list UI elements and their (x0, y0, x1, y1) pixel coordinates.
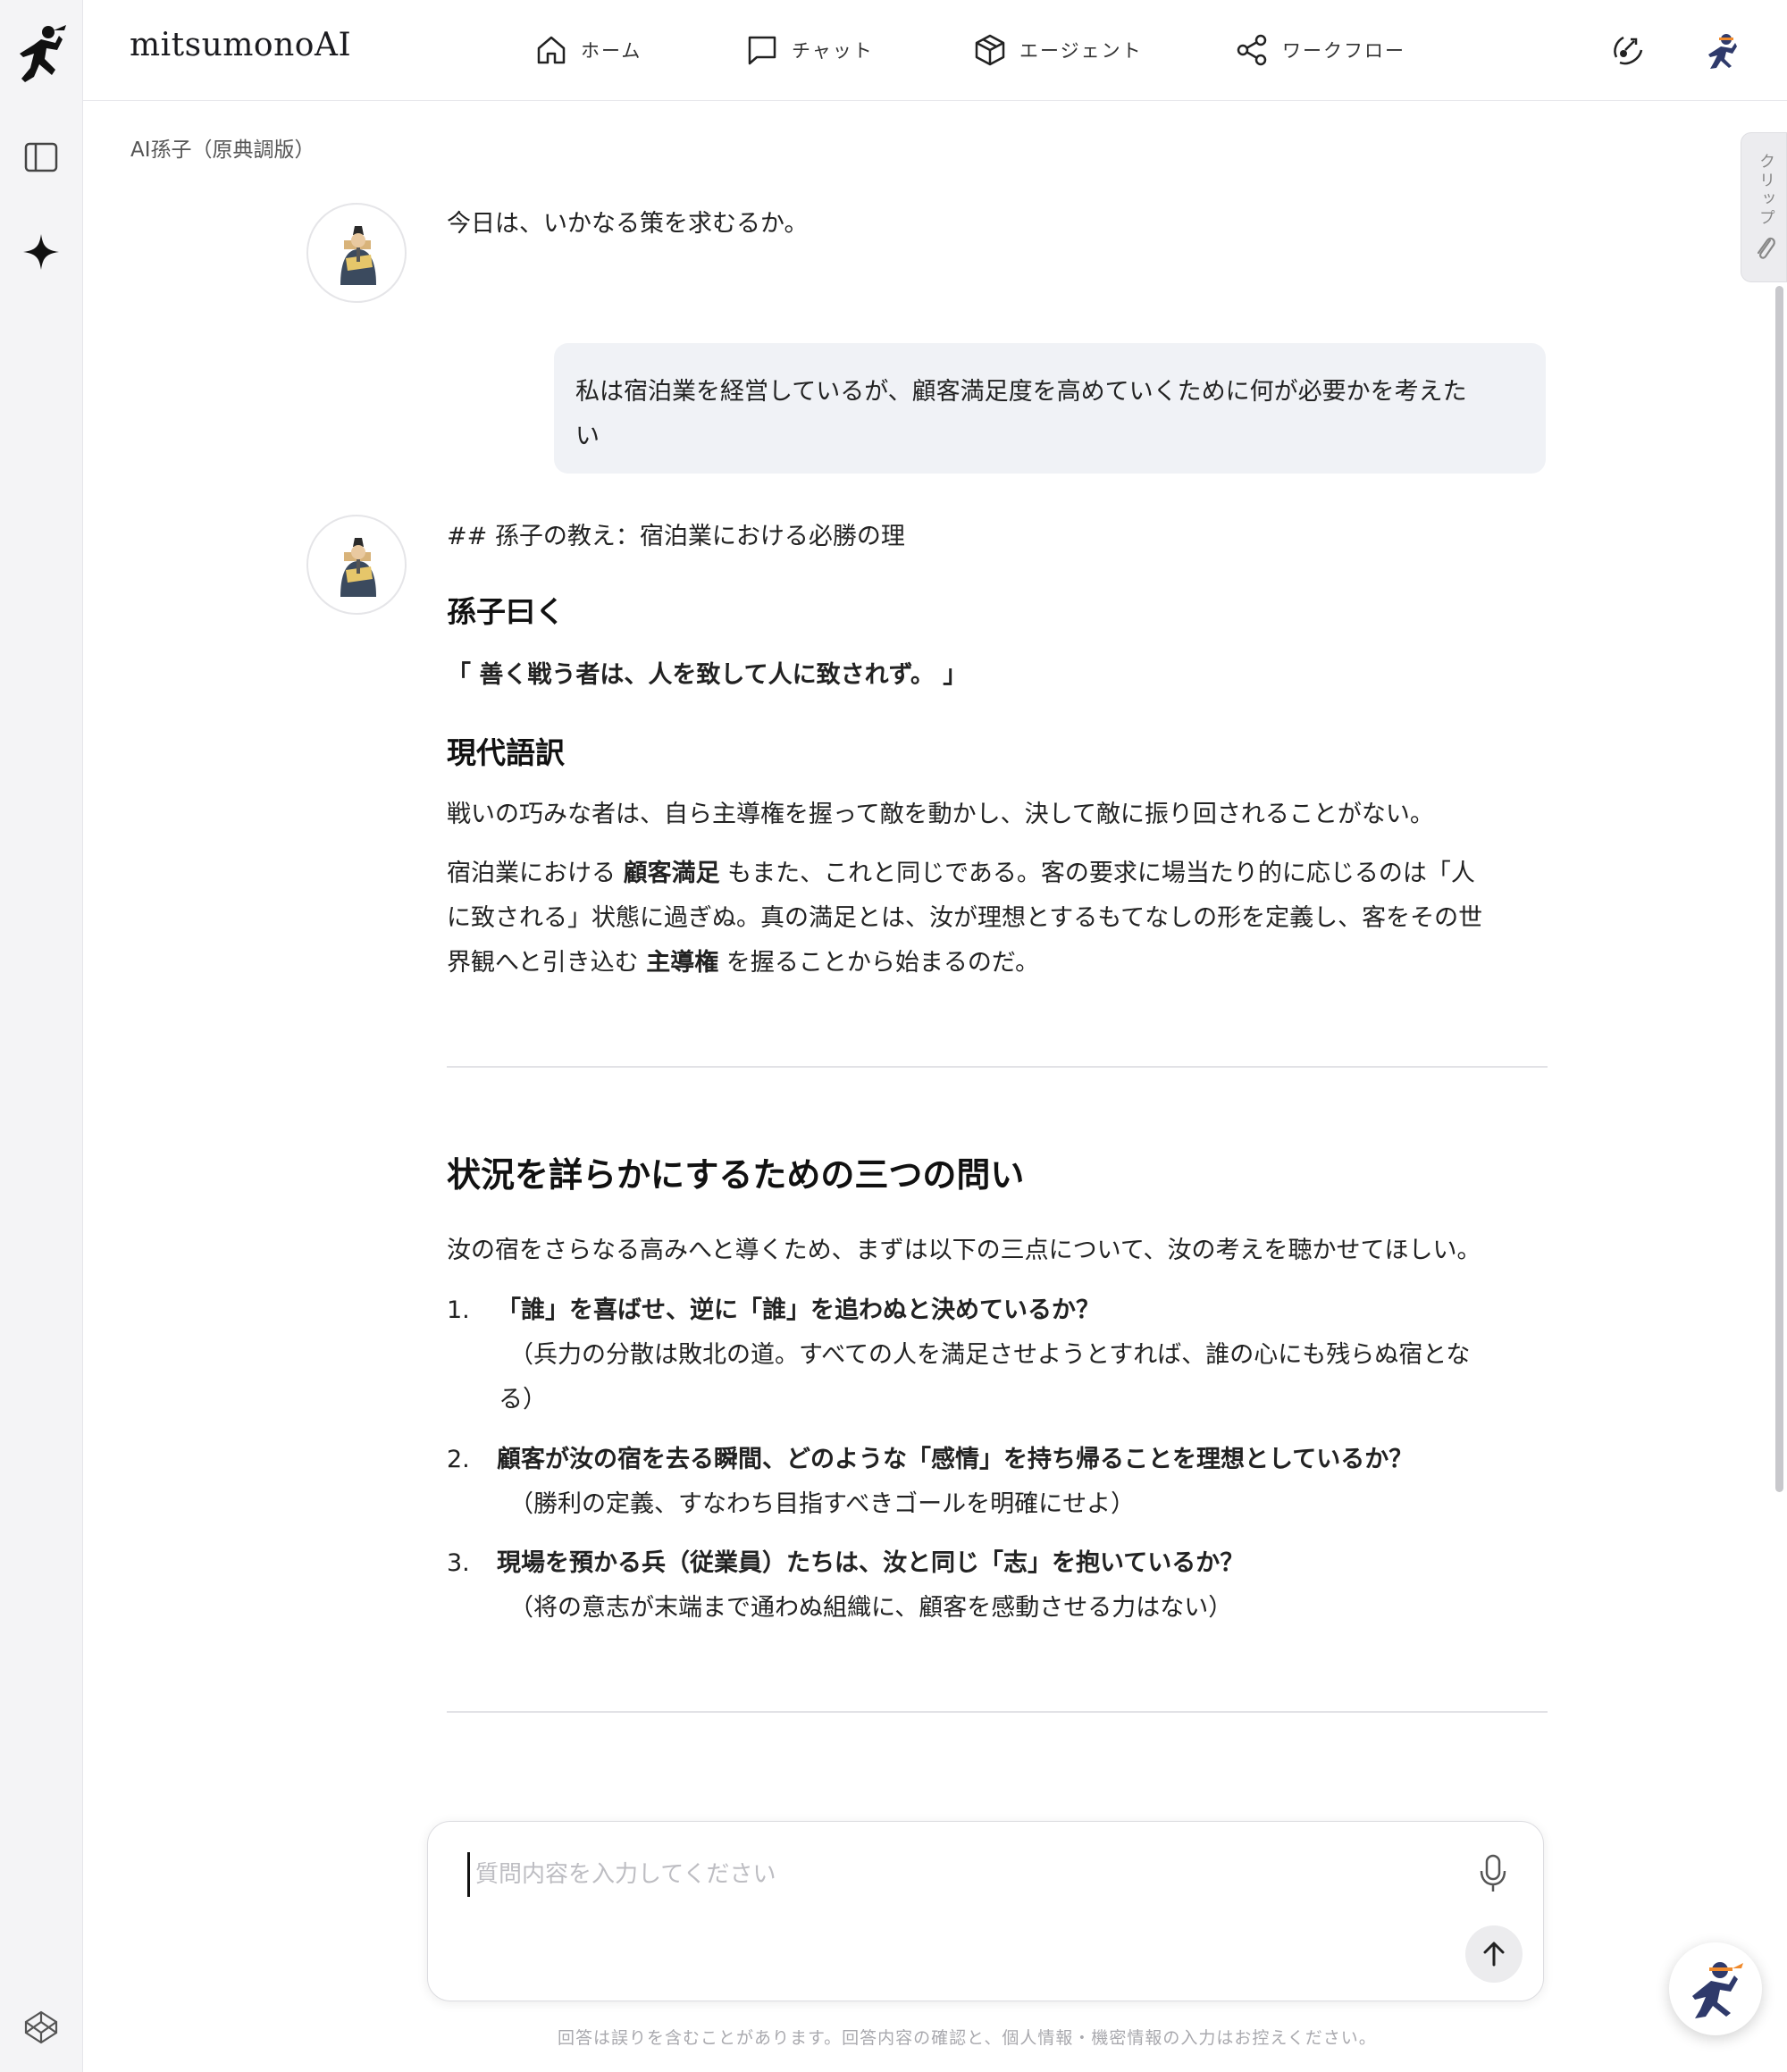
text-span: 界観へと引き込む (447, 949, 647, 977)
user-message-bubble: 私は宿泊業を経営しているが、顧客満足度を高めていくために何が必要かを考えた い (554, 343, 1546, 474)
breadcrumb: AI孫子（原典調版） (130, 138, 315, 162)
nav-workflow-label: ワークフロー (1282, 40, 1405, 62)
list-item: 3. 現場を預かる兵（従業員）たちは、汝と同じ「志」を抱いているか？ （将の意志… (447, 1541, 1548, 1631)
answer-paragraph: 戦いの巧みな者は、自ら主導権を握って敵を動かし、決して敵に振り回されることがない… (447, 801, 1434, 828)
sonshi-avatar (306, 515, 407, 615)
list-item: 1. 「誰」を喜ばせ、逆に「誰」を追わぬと決めているか？ （兵力の分散は敗北の道… (447, 1288, 1548, 1422)
arrow-up-icon (1483, 1942, 1505, 1967)
chat-input-box (427, 1821, 1544, 2001)
bold-span: 主導権 (646, 949, 719, 977)
answer-heading-modern: 現代語訳 (447, 735, 565, 770)
list-title: 「誰」を喜ばせ、逆に「誰」を追わぬと決めているか？ (497, 1296, 1100, 1324)
nav-chat[interactable]: チャット (745, 25, 874, 75)
nav-agent[interactable]: エージェント (973, 25, 1143, 75)
clip-tab-label: クリップ (1757, 153, 1775, 228)
bot-greeting: 今日は、いかなる策を求むるか。 (447, 210, 809, 238)
user-ninja-avatar-icon[interactable] (1698, 25, 1748, 75)
sidebar-toggle-icon[interactable] (20, 136, 63, 179)
list-note: （勝利の定義、すなわち目指すべきゴールを明確にせよ） (509, 1490, 1136, 1518)
text-line: に致される」状態に過ぎぬ。真の満足とは、汝が理想とするもてなしの形を定義し、客を… (447, 904, 1483, 932)
codepen-icon[interactable] (20, 2006, 63, 2049)
ninja-logo-icon[interactable] (14, 23, 68, 86)
nav-home-label: ホーム (581, 40, 642, 62)
answer-heading-questions: 状況を詳らかにするための三つの問い (447, 1155, 1025, 1195)
list-title: 現場を預かる兵（従業員）たちは、汝と同じ「志」を抱いているか？ (497, 1549, 1245, 1577)
list-number: 1. (447, 1296, 470, 1324)
box-icon (975, 34, 1005, 66)
text-span: もまた、これと同じである。客の要求に場当たり的に応じるのは「人 (719, 860, 1475, 887)
list-number: 2. (447, 1446, 470, 1473)
question-input[interactable] (467, 1852, 1432, 1897)
answer-md-heading: ## 孫子の教え：宿泊業における必勝の理 (447, 523, 905, 550)
brand-name[interactable]: mitsumonoAI (130, 27, 351, 63)
paperclip-icon (1757, 237, 1775, 259)
list-title: 顧客が汝の宿を去る瞬間、どのような「感情」を持ち帰ることを理想としているか？ (497, 1446, 1414, 1473)
home-icon (537, 36, 566, 64)
scrollbar[interactable] (1775, 286, 1783, 1492)
microphone-icon[interactable] (1472, 1849, 1514, 1899)
nav-chat-label: チャット (792, 40, 874, 62)
list-item: 2. 顧客が汝の宿を去る瞬間、どのような「感情」を持ち帰ることを理想としているか… (447, 1438, 1548, 1527)
chat-icon (748, 36, 776, 65)
disclaimer: 回答は誤りを含むことがあります。回答内容の確認と、個人情報・機密情報の入力はお控… (558, 2028, 1377, 2048)
clip-tab[interactable]: クリップ (1741, 132, 1787, 282)
left-rail (0, 0, 83, 2072)
ninja-icon (1692, 1962, 1743, 2018)
text-span: を握ることから始まるのだ。 (718, 949, 1040, 977)
list-note: （兵力の分散は敗北の道。すべての人を満足させようとすれば、誰の心にも残らぬ宿とな (509, 1341, 1471, 1369)
answer-paragraph: 宿泊業における 顧客満足 もまた、これと同じである。客の要求に場当たり的に応じる… (447, 851, 1555, 986)
divider (447, 1711, 1548, 1713)
user-message-line: 私は宿泊業を経営しているが、顧客満足度を高めていくために何が必要かを考えた (575, 378, 1467, 406)
answer-heading-sonshi: 孫子曰く (447, 594, 565, 629)
send-button[interactable] (1465, 1925, 1523, 1983)
text-span: 宿泊業における (447, 860, 624, 887)
ninja-assistant-button[interactable] (1669, 1942, 1762, 2035)
nav-workflow[interactable]: ワークフロー (1236, 25, 1405, 75)
bold-span: 顧客満足 (623, 860, 720, 887)
sparkle-icon[interactable] (20, 231, 63, 273)
list-note: る） (499, 1386, 547, 1413)
sonshi-avatar (306, 203, 407, 303)
broadcast-icon[interactable] (1604, 25, 1654, 75)
user-message-line: い (575, 423, 600, 450)
list-number: 3. (447, 1549, 470, 1577)
top-header: mitsumonoAI ホーム チャット エージェント ワークフロー (83, 0, 1787, 101)
nav-home[interactable]: ホーム (534, 25, 642, 75)
nav-agent-label: エージェント (1019, 40, 1143, 62)
divider (447, 1066, 1548, 1068)
list-note: （将の意志が末端まで通わぬ組織に、顧客を感動させる力はない） (509, 1594, 1233, 1622)
answer-quote: 「 善く戦う者は、人を致して人に致されず。 」 (447, 661, 968, 689)
share-icon (1237, 34, 1267, 66)
answer-intro: 汝の宿をさらなる高みへと導くため、まずは以下の三点について、汝の考えを聴かせてほ… (447, 1237, 1481, 1264)
